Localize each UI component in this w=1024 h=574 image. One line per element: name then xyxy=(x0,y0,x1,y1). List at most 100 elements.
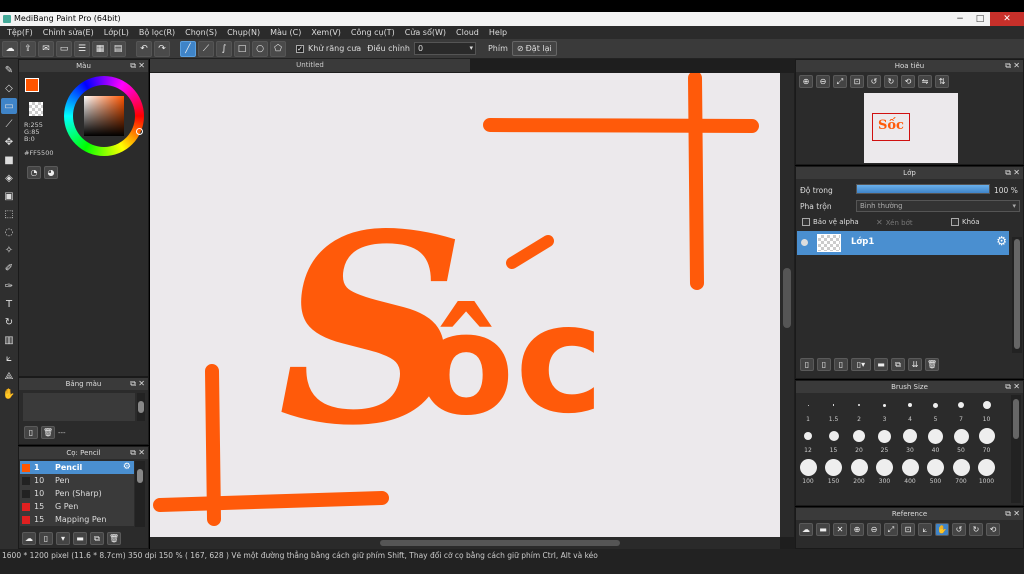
menu-filter[interactable]: Bộ lọc(R) xyxy=(134,28,180,37)
add-brush-icon[interactable]: ▾ xyxy=(56,532,70,545)
opacity-slider[interactable] xyxy=(856,184,990,194)
folder-icon[interactable]: ▬ xyxy=(73,532,87,545)
menu-snap[interactable]: Chụp(N) xyxy=(222,28,265,37)
cloud-brush-icon[interactable]: ☁ xyxy=(22,532,36,545)
brush-tool-icon[interactable]: ✎ xyxy=(1,62,17,78)
flip-vertical-icon[interactable]: ⇅ xyxy=(935,75,949,88)
undock-icon[interactable]: ⧉ xyxy=(1005,167,1011,179)
menu-select[interactable]: Chọn(S) xyxy=(180,28,222,37)
brush-size-dot[interactable] xyxy=(982,401,991,409)
delete-palette-icon[interactable]: 🗑 xyxy=(41,426,55,439)
zoom-in-icon[interactable]: ⊕ xyxy=(850,523,864,536)
brush-item-pencil[interactable]: 1 Pencil ⚙ xyxy=(20,461,134,474)
actual-size-icon[interactable]: ⊡ xyxy=(901,523,915,536)
antialias-checkbox[interactable]: ✓ xyxy=(296,44,304,53)
brush-item-pen-sharp[interactable]: 10 Pen (Sharp) xyxy=(20,487,134,500)
brush-size-dot[interactable] xyxy=(901,458,919,476)
rotate-right-icon[interactable]: ↻ xyxy=(969,523,983,536)
panel-close-icon[interactable]: ✕ xyxy=(138,378,145,390)
document-tab[interactable]: Untitled xyxy=(150,59,470,72)
zoom-in-icon[interactable]: ⊕ xyxy=(799,75,813,88)
ellipse-icon[interactable]: ○ xyxy=(252,40,268,57)
brush-size-dot[interactable] xyxy=(804,432,812,440)
merge-layer-icon[interactable]: ⇊ xyxy=(908,358,922,371)
gear-icon[interactable]: ⚙ xyxy=(996,234,1007,248)
list-icon[interactable]: ☰ xyxy=(74,40,90,57)
brush-size-dot[interactable] xyxy=(927,458,944,476)
undock-icon[interactable]: ⧉ xyxy=(1005,381,1011,393)
new-8bit-layer-icon[interactable]: ▯ xyxy=(834,358,848,371)
close-button[interactable]: ✕ xyxy=(990,12,1024,26)
shape-tool-icon[interactable]: ▭ xyxy=(1,98,17,114)
palette-icon[interactable]: ◔ xyxy=(27,166,41,179)
canvas-vertical-scrollbar[interactable] xyxy=(780,73,794,537)
undock-icon[interactable]: ⧉ xyxy=(130,447,136,459)
move-tool-icon[interactable]: ✥ xyxy=(1,134,17,150)
cloud-icon[interactable]: ☁ xyxy=(799,523,813,536)
reset-rotation-icon[interactable]: ⟲ xyxy=(901,75,915,88)
minimize-button[interactable]: − xyxy=(950,12,970,26)
copy-icon[interactable]: ⧉ xyxy=(90,532,104,545)
upload-icon[interactable]: ⇪ xyxy=(20,40,36,57)
brush-size-dot[interactable] xyxy=(878,429,891,443)
add-layer-menu-icon[interactable]: ▯▾ xyxy=(851,358,871,371)
zoom-out-icon[interactable]: ⊖ xyxy=(816,75,830,88)
adjust-select[interactable]: 0 xyxy=(413,42,476,55)
panel-close-icon[interactable]: ✕ xyxy=(1013,60,1020,72)
close-icon[interactable]: ✕ xyxy=(833,523,847,536)
polygon-icon[interactable]: ⬠ xyxy=(270,40,286,57)
brush-size-dot[interactable] xyxy=(928,428,943,444)
panel-close-icon[interactable]: ✕ xyxy=(138,60,145,72)
menu-cloud[interactable]: Cloud xyxy=(451,28,484,37)
hue-ring[interactable] xyxy=(64,76,144,156)
brush-item-g-pen[interactable]: 15 G Pen xyxy=(20,500,134,513)
brush-list-scrollbar[interactable] xyxy=(135,461,145,527)
grid-icon[interactable]: ▦ xyxy=(92,40,108,57)
layer-folder-icon[interactable]: ▬ xyxy=(874,358,888,371)
reset-button[interactable]: ⊘ Đặt lại xyxy=(511,41,557,56)
brush-size-dot[interactable] xyxy=(832,404,835,406)
brush-size-dot[interactable] xyxy=(828,431,839,441)
layer-list-scrollbar[interactable] xyxy=(1012,237,1022,353)
text-tool-icon[interactable]: T xyxy=(1,296,17,312)
zoom-out-icon[interactable]: ⊖ xyxy=(867,523,881,536)
panel-close-icon[interactable]: ✕ xyxy=(1013,167,1020,179)
protect-alpha-checkbox[interactable] xyxy=(802,218,810,226)
panel-close-icon[interactable]: ✕ xyxy=(1013,508,1020,520)
brush-size-dot[interactable] xyxy=(978,428,995,444)
new-halftone-layer-icon[interactable]: ▯ xyxy=(817,358,831,371)
brush-size-dot[interactable] xyxy=(958,402,964,408)
lasso-tool-icon[interactable]: ◌ xyxy=(1,224,17,240)
brush-size-scrollbar[interactable] xyxy=(1011,395,1021,503)
gear-icon[interactable]: ⚙ xyxy=(123,461,131,474)
brush-item-pen[interactable]: 10 Pen xyxy=(20,474,134,487)
flip-icon[interactable]: ⇋ xyxy=(918,75,932,88)
menu-file[interactable]: Tệp(F) xyxy=(2,28,38,37)
navigator-viewport[interactable]: Sốc xyxy=(872,113,910,141)
brush-size-dot[interactable] xyxy=(903,429,917,443)
menu-edit[interactable]: Chỉnh sửa(E) xyxy=(38,28,99,37)
brush-size-dot[interactable] xyxy=(933,402,938,408)
new-palette-icon[interactable]: ▯ xyxy=(24,426,38,439)
brush-size-dot[interactable] xyxy=(953,428,969,444)
undo-icon[interactable]: ↶ xyxy=(136,40,152,57)
canvas-horizontal-scrollbar[interactable] xyxy=(150,537,780,549)
delete-brush-icon[interactable]: 🗑 xyxy=(107,532,121,545)
saturation-square[interactable] xyxy=(84,96,124,136)
hand-tool-icon[interactable]: ✋ xyxy=(1,386,17,402)
menu-window[interactable]: Cửa sổ(W) xyxy=(400,28,451,37)
chat-icon[interactable]: ✉ xyxy=(38,40,54,57)
layer-item[interactable]: Lớp1 ⚙ xyxy=(797,231,1009,255)
fit-icon[interactable]: ⤢ xyxy=(833,75,847,88)
clipping-icon[interactable]: ✕ xyxy=(876,218,883,227)
brush-size-dot[interactable] xyxy=(850,458,868,476)
delete-layer-icon[interactable]: 🗑 xyxy=(925,358,939,371)
select-eraser-tool-icon[interactable]: ✑ xyxy=(1,278,17,294)
navigator-thumbnail[interactable]: Sốc xyxy=(864,93,958,163)
new-brush-icon[interactable]: ▯ xyxy=(39,532,53,545)
eyedropper-tool-icon[interactable]: ⟀ xyxy=(1,350,17,366)
eyedropper-icon[interactable]: ⟀ xyxy=(918,523,932,536)
duplicate-layer-icon[interactable]: ⧉ xyxy=(891,358,905,371)
bucket-tool-icon[interactable]: ◈ xyxy=(1,170,17,186)
actual-size-icon[interactable]: ⊡ xyxy=(850,75,864,88)
